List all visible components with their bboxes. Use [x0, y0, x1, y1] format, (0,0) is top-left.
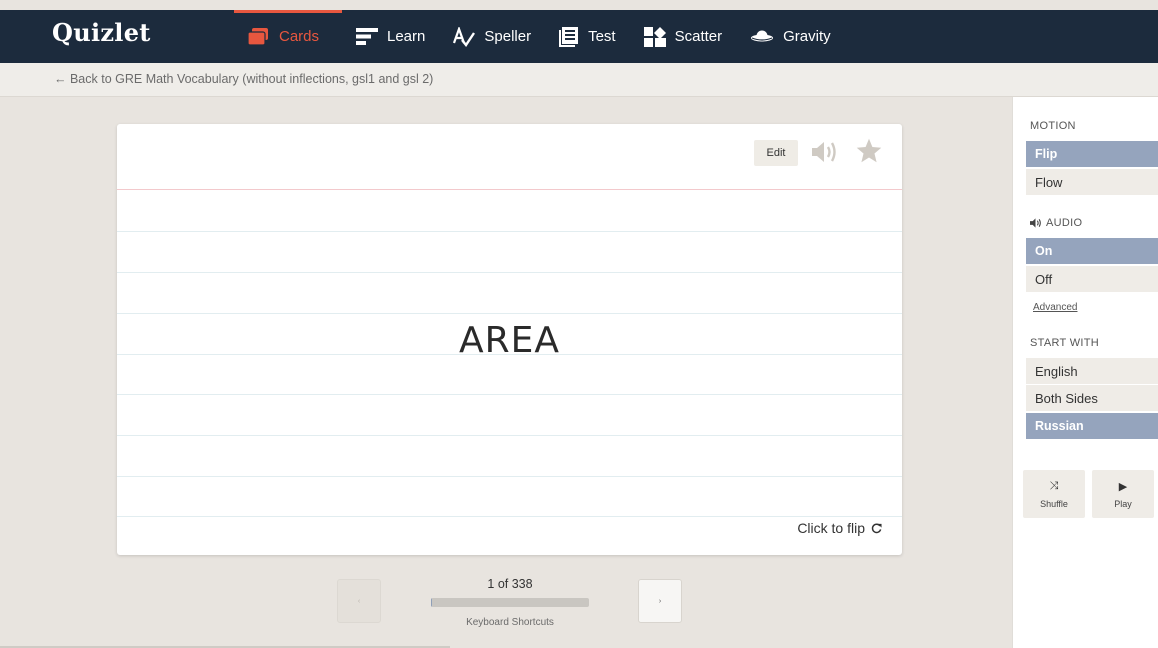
- start-with-heading: START WITH: [1030, 337, 1099, 349]
- scatter-icon: [643, 26, 666, 47]
- audio-option-off[interactable]: Off: [1026, 266, 1158, 292]
- motion-option-flow[interactable]: Flow: [1026, 169, 1158, 195]
- nav-learn[interactable]: Learn: [342, 10, 439, 63]
- flashcard[interactable]: Edit AREA Click to flip: [117, 124, 902, 555]
- nav-gravity[interactable]: Gravity: [736, 10, 845, 63]
- previous-card-button[interactable]: ‹: [337, 579, 381, 623]
- gravity-icon: [751, 30, 774, 41]
- back-to-set-link[interactable]: ← Back to GRE Math Vocabulary (without i…: [54, 72, 433, 86]
- shuffle-label: Shuffle: [1040, 498, 1068, 509]
- nav-scatter-label: Scatter: [674, 28, 723, 45]
- keyboard-shortcuts-link[interactable]: Keyboard Shortcuts: [430, 617, 590, 628]
- audio-heading: AUDIO: [1030, 217, 1082, 229]
- nav-gravity-label: Gravity: [783, 28, 831, 45]
- browser-top-strip: [0, 0, 1158, 10]
- play-button[interactable]: ▶ Play: [1092, 470, 1154, 518]
- flip-hint-label: Click to flip: [797, 520, 865, 536]
- edit-card-button[interactable]: Edit: [754, 140, 798, 166]
- card-rule-line: [117, 313, 902, 314]
- card-rule-line: [117, 272, 902, 273]
- next-card-button[interactable]: ›: [638, 579, 682, 623]
- nav-speller-label: Speller: [484, 28, 532, 45]
- motion-option-flip[interactable]: Flip: [1026, 141, 1158, 167]
- card-rule-line: [117, 435, 902, 436]
- nav-test[interactable]: Test: [545, 10, 630, 63]
- card-rule-line: [117, 189, 902, 190]
- options-sidebar: MOTION Flip Flow AUDIO On Off Advanced S…: [1012, 97, 1158, 648]
- cards-icon: [248, 27, 268, 46]
- click-to-flip-hint[interactable]: Click to flip: [797, 520, 882, 536]
- shuffle-icon: ⤨: [1049, 479, 1059, 492]
- top-navigation-bar: Quizlet Cards Learn Speller Test Scatter…: [0, 10, 1158, 63]
- advanced-audio-link[interactable]: Advanced: [1033, 302, 1077, 313]
- nav-cards[interactable]: Cards: [234, 10, 342, 63]
- card-rule-line: [117, 476, 902, 477]
- start-with-option-russian[interactable]: Russian: [1026, 413, 1158, 439]
- start-with-option-both-sides[interactable]: Both Sides: [1026, 385, 1158, 411]
- play-label: Play: [1114, 498, 1132, 509]
- nav-test-label: Test: [588, 28, 616, 45]
- nav-scatter[interactable]: Scatter: [630, 10, 737, 63]
- study-mode-nav: Cards Learn Speller Test Scatter Gravity: [234, 10, 845, 63]
- card-counter: 1 of 338: [487, 577, 533, 591]
- speller-icon: [453, 26, 476, 47]
- refresh-icon: [871, 523, 882, 533]
- card-rule-line: [117, 394, 902, 395]
- audio-heading-label: AUDIO: [1046, 217, 1083, 229]
- nav-cards-label: Cards: [279, 28, 320, 45]
- breadcrumb-bar: ← Back to GRE Math Vocabulary (without i…: [0, 63, 1158, 97]
- nav-speller[interactable]: Speller: [439, 10, 545, 63]
- motion-heading: MOTION: [1030, 120, 1076, 132]
- start-with-option-english[interactable]: English: [1026, 358, 1158, 384]
- card-term-text: AREA: [458, 320, 560, 361]
- star-icon[interactable]: [855, 137, 883, 165]
- card-rule-line: [117, 231, 902, 232]
- card-rule-line: [117, 516, 902, 517]
- test-icon: [559, 26, 579, 47]
- quizlet-logo[interactable]: Quizlet: [52, 18, 151, 47]
- speaker-icon[interactable]: [810, 139, 838, 165]
- progress-bar: [431, 598, 589, 607]
- play-icon: ▶: [1118, 480, 1128, 493]
- shuffle-button[interactable]: ⤨ Shuffle: [1023, 470, 1085, 518]
- audio-option-on[interactable]: On: [1026, 238, 1158, 264]
- learn-icon: [356, 28, 378, 45]
- nav-learn-label: Learn: [387, 28, 426, 45]
- speaker-icon: [1030, 218, 1041, 228]
